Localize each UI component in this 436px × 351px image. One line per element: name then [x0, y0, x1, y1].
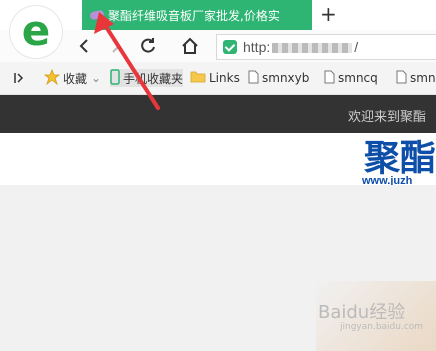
chevron-down-icon: ⌄ [91, 71, 102, 85]
welcome-text: 欢迎来到聚酯 [348, 110, 427, 125]
home-icon[interactable] [178, 34, 202, 58]
bookmark-smnxyb[interactable]: smnxyb [248, 69, 309, 87]
browser-e-logo-icon[interactable]: e [10, 6, 62, 58]
phone-icon [110, 68, 120, 88]
bookmark-smncq[interactable]: smncq [324, 69, 378, 87]
forward-arrow-icon[interactable] [104, 34, 128, 58]
address-text: http: / [243, 39, 359, 55]
refresh-icon[interactable] [136, 34, 160, 58]
bookmark-smn[interactable]: smn [396, 69, 436, 87]
tab-bar: 聚酯纤维吸音板厂家批发,价格实 + [0, 0, 436, 30]
page-icon [324, 70, 335, 87]
watermark-logo: Baidu经验 [318, 302, 406, 323]
site-top-bar: 欢迎来到聚酯 [0, 95, 436, 133]
watermark-url: jingyan.baidu.com [340, 322, 424, 332]
page-icon [248, 70, 259, 87]
shield-check-icon [223, 40, 237, 54]
folder-icon [190, 70, 206, 86]
page-icon [396, 70, 407, 87]
navigation-bar: http: / [0, 30, 436, 62]
sidebar-toggle-icon[interactable] [14, 69, 24, 87]
bookmark-mobile-favorites[interactable]: 手机收藏夹 [110, 68, 184, 88]
bookmark-links[interactable]: Links [190, 69, 240, 87]
tab-active[interactable]: 聚酯纤维吸音板厂家批发,价格实 [82, 0, 312, 30]
address-redacted [272, 43, 353, 54]
bookmarks-bar: 收藏 ⌄ 手机收藏夹 Links smnxyb smncq smn [0, 62, 436, 95]
bookmark-favorites[interactable]: 收藏 ⌄ [43, 68, 102, 88]
new-tab-button[interactable]: + [320, 3, 337, 25]
site-brand-logo[interactable]: 聚酯 [364, 139, 436, 179]
bookmark-label: 收藏 [63, 71, 88, 86]
bookmark-label: Links [209, 71, 240, 85]
bookmark-label: smncq [338, 71, 378, 85]
tab-title: 聚酯纤维吸音板厂家批发,价格实 [108, 8, 280, 23]
back-arrow-icon[interactable] [72, 34, 96, 58]
address-bar[interactable]: http: / [216, 34, 436, 60]
bookmark-label: 手机收藏夹 [123, 71, 184, 86]
bookmark-label: smnxyb [262, 71, 310, 85]
bookmark-label: smn [410, 71, 436, 85]
tab-favicon-icon [89, 9, 105, 21]
site-logo-area: 聚酯 www.juzh [0, 133, 436, 187]
star-icon [43, 68, 61, 88]
